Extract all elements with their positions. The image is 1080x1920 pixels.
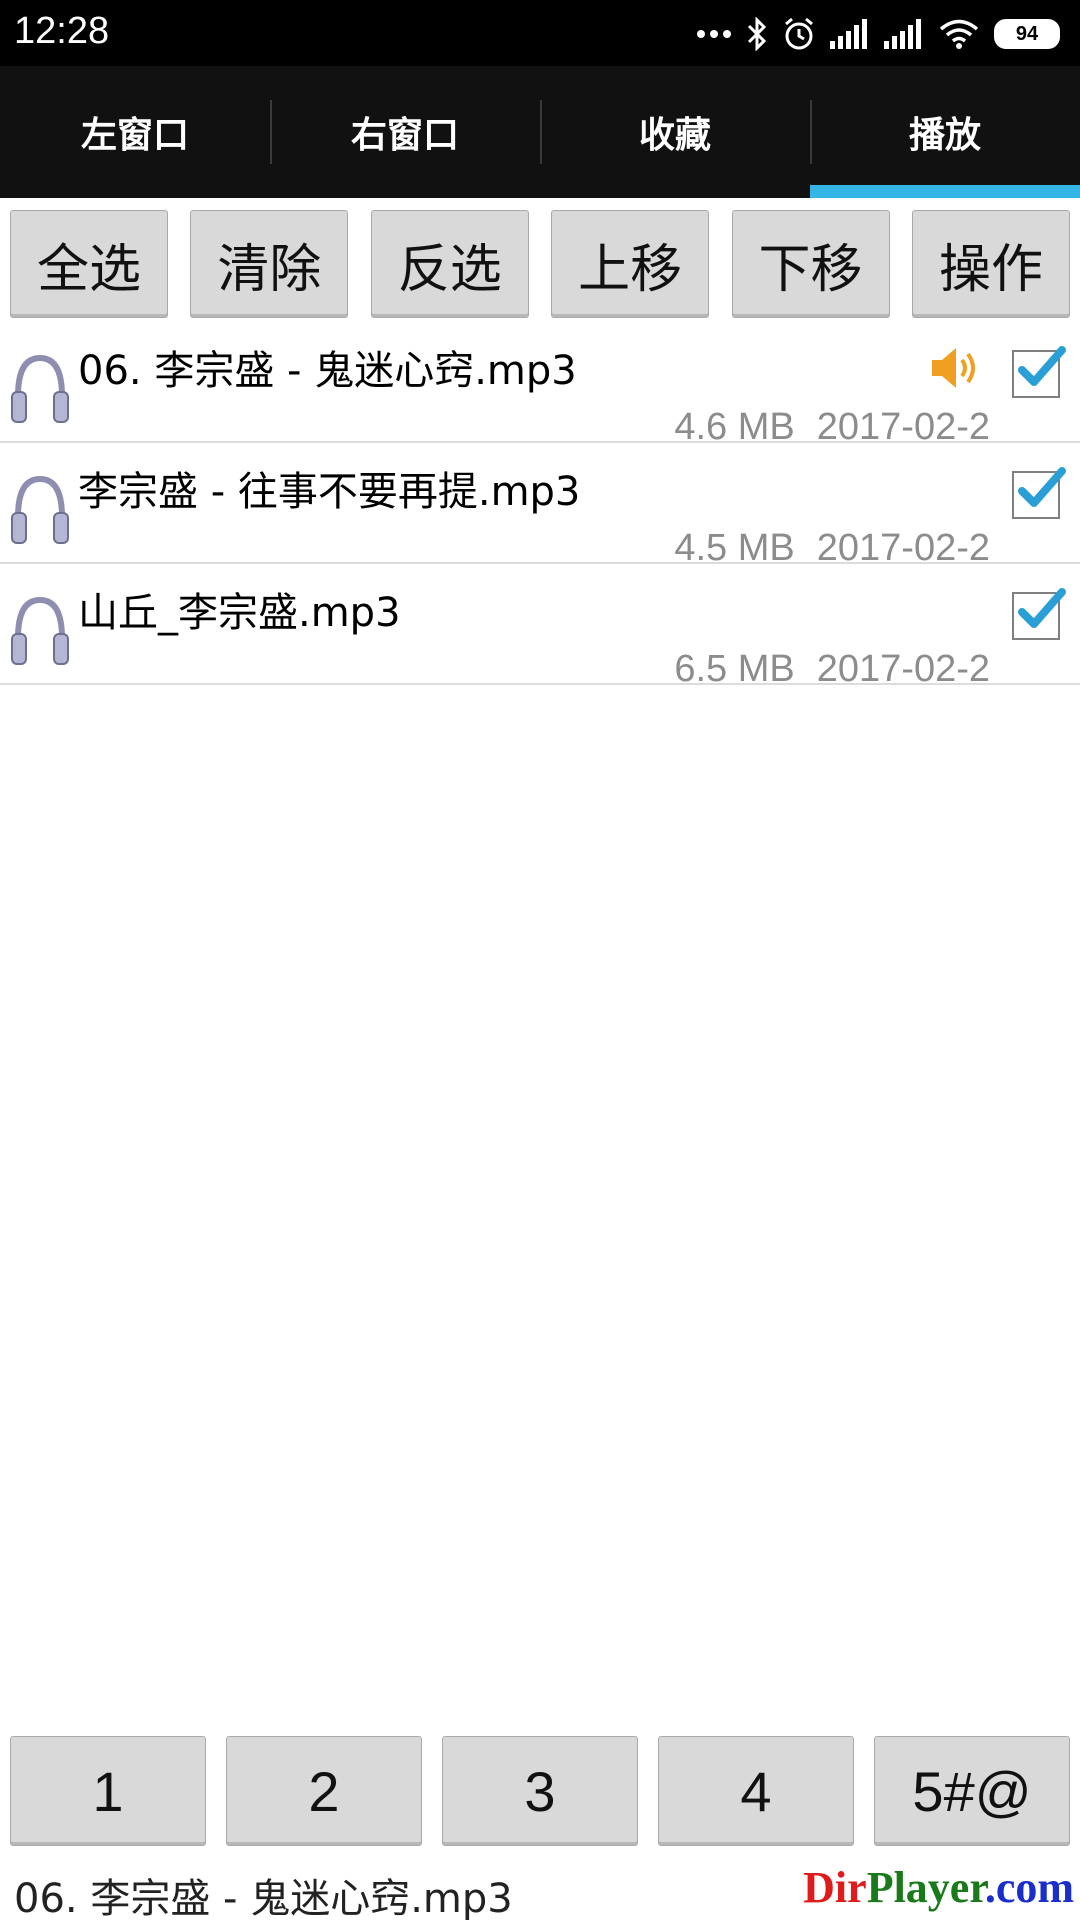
tab-left-window[interactable]: 左窗口 [0,66,270,198]
brand-part-1: Dir [803,1863,867,1912]
headphones-icon [11,596,69,665]
more-dots-icon [697,30,731,38]
actions-button[interactable]: 操作 [911,210,1070,318]
page-3-button[interactable]: 3 [442,1736,638,1846]
page-4-button[interactable]: 4 [658,1736,854,1846]
bluetooth-icon [747,17,767,51]
list-item[interactable]: 李宗盛 - 往事不要再提.mp3 4.5 MB 2017-02-2 [0,443,1080,569]
checkmark-icon [1018,467,1066,507]
speaker-playing-icon [932,348,975,388]
file-size: 4.5 MB [674,527,795,569]
wifi-icon [939,19,979,49]
headphones-icon [11,475,69,544]
brand-logo: DirPlayer.com [803,1862,1074,1913]
page-5-button[interactable]: 5#@ [874,1736,1070,1846]
page-1-button[interactable]: 1 [10,1736,206,1846]
page-button-bar: 1 2 3 4 5#@ [0,1736,1080,1848]
signal-icon [830,19,867,49]
file-date: 2017-02-2 [816,527,990,569]
select-all-button[interactable]: 全选 [10,210,168,318]
list-item[interactable]: 06. 李宗盛 - 鬼迷心窍.mp3 4.6 MB 2017-02-2 [0,322,1080,448]
file-name: 山丘_李宗盛.mp3 [78,590,401,636]
file-name: 06. 李宗盛 - 鬼迷心窍.mp3 [78,348,577,394]
item-checkbox[interactable] [1012,467,1066,519]
move-up-button[interactable]: 上移 [551,210,710,318]
checkmark-icon [1018,588,1066,628]
status-icons: 94 [696,14,1060,54]
tab-playback[interactable]: 播放 [810,66,1080,198]
item-checkbox[interactable] [1012,588,1066,640]
now-playing-title[interactable]: 06. 李宗盛 - 鬼迷心窍.mp3 [14,1866,513,1920]
battery-indicator: 94 [994,19,1060,49]
tab-bar: 左窗口 右窗口 收藏 播放 [0,66,1080,198]
status-time: 12:28 [14,10,110,52]
checkmark-icon [1018,346,1066,386]
file-date: 2017-02-2 [816,406,990,448]
move-down-button[interactable]: 下移 [731,210,890,318]
alarm-icon [785,17,813,50]
headphones-icon [11,354,69,423]
signal-icon-2 [884,19,921,49]
file-date: 2017-02-2 [816,648,990,690]
tab-favorites[interactable]: 收藏 [540,66,810,198]
tab-right-window[interactable]: 右窗口 [270,66,540,198]
file-size: 4.6 MB [674,406,795,448]
playlist: 06. 李宗盛 - 鬼迷心窍.mp3 4.6 MB 2017-02-2 李宗盛 -… [0,322,1080,690]
action-toolbar: 全选 清除 反选 上移 下移 操作 [0,210,1080,320]
file-size: 6.5 MB [674,648,795,690]
file-name: 李宗盛 - 往事不要再提.mp3 [78,469,581,515]
page-2-button[interactable]: 2 [226,1736,422,1846]
item-checkbox[interactable] [1012,346,1066,398]
brand-part-2: Player [866,1863,985,1912]
brand-part-3: .com [984,1863,1074,1912]
list-item[interactable]: 山丘_李宗盛.mp3 6.5 MB 2017-02-2 [0,564,1080,690]
clear-button[interactable]: 清除 [190,210,349,318]
file-meta: 6.5 MB 2017-02-2 [674,648,990,691]
invert-selection-button[interactable]: 反选 [370,210,529,318]
status-bar: 12:28 94 [0,0,1080,66]
